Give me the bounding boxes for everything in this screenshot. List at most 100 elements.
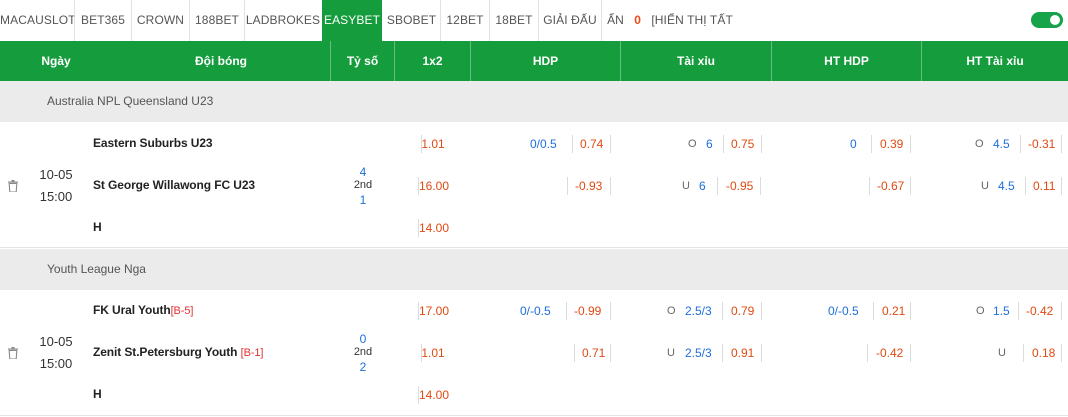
tab-crown[interactable]: CROWN (132, 0, 189, 41)
ht-ou-under-label: U (998, 347, 1006, 359)
odds-divider (761, 135, 762, 153)
header-1x2: 1x2 (422, 54, 443, 68)
ou-under-line: 2.5/3 (685, 346, 712, 360)
tab-ladbrokes[interactable]: LADBROKES (245, 0, 321, 41)
ht-ou-under-line: 4.5 (998, 179, 1015, 193)
ht-ou-over-label: O (976, 305, 985, 317)
hdp-home-odd[interactable]: 0.74 (580, 137, 603, 151)
odds-divider (610, 177, 611, 195)
odds-divider (867, 344, 868, 362)
ou-under-odd[interactable]: 0.91 (731, 346, 754, 360)
tab-12bet[interactable]: 12BET (441, 0, 489, 41)
odds-divider (610, 302, 611, 320)
match-row: 10-05 15:00 Eastern Suburbs U23 St Georg… (0, 122, 1068, 248)
odd-2[interactable]: 1.01 (419, 346, 447, 360)
tab-macauslot[interactable]: MACAUSLOT (0, 0, 75, 41)
ht-hdp-away-odd[interactable]: -0.67 (877, 179, 904, 193)
ou-over-label: O (667, 305, 676, 317)
tab-leagues[interactable]: GIẢI ĐẤU (539, 0, 601, 41)
hdp-away-odd[interactable]: 0.71 (582, 346, 605, 360)
home-team-rank: [B-5] (170, 305, 194, 317)
odd-x[interactable]: 14.00 (419, 221, 449, 235)
odd-2[interactable]: 16.00 (419, 179, 449, 193)
tab-18bet[interactable]: 18BET (490, 0, 538, 41)
trash-icon[interactable] (8, 347, 18, 359)
odd-x[interactable]: 14.00 (419, 388, 449, 402)
score-home: 0 (359, 332, 367, 346)
odds-divider (1061, 177, 1062, 195)
trash-icon[interactable] (8, 180, 18, 192)
odds-divider (910, 302, 911, 320)
odds-divider (610, 344, 611, 362)
ht-hdp-line: 0/-0.5 (828, 304, 859, 318)
odds-divider (910, 135, 911, 153)
odds-divider (717, 177, 718, 195)
home-team[interactable]: Eastern Suburbs U23 (93, 136, 213, 150)
tab-bet365[interactable]: BET365 (75, 0, 131, 41)
odds-divider (1061, 135, 1062, 153)
ht-hdp-away-odd[interactable]: -0.42 (876, 346, 903, 360)
odds-divider (572, 135, 573, 153)
home-team[interactable]: FK Ural Youth[B-5] (93, 303, 193, 317)
odds-divider (610, 135, 611, 153)
match-time: 15:00 (39, 189, 73, 204)
league-row[interactable]: Youth League Nga (0, 249, 1068, 290)
odds-divider (723, 135, 724, 153)
header-over-under: Tài xỉu (676, 54, 715, 68)
header-ht-over-under: HT Tài xỉu (966, 54, 1024, 68)
hdp-line: 0/-0.5 (520, 304, 551, 318)
away-team-name: Zenit St.Petersburg Youth (93, 345, 238, 359)
ht-hdp-home-odd[interactable]: 0.21 (882, 304, 905, 318)
tab-sbobet[interactable]: SBOBET (383, 0, 440, 41)
header-hdp: HDP (532, 54, 559, 68)
match-status: 2nd (353, 346, 373, 358)
ht-ou-over-line: 4.5 (993, 137, 1010, 151)
header-date: Ngày (41, 54, 71, 68)
ou-over-label: O (688, 138, 697, 150)
odd-1[interactable]: 17.00 (419, 304, 449, 318)
hdp-away-odd[interactable]: -0.93 (575, 179, 602, 193)
ou-under-line: 6 (699, 179, 706, 193)
odds-divider (574, 344, 575, 362)
ou-over-odd[interactable]: 0.79 (731, 304, 754, 318)
ht-ou-over-odd[interactable]: -0.31 (1028, 137, 1055, 151)
ht-ou-under-odd[interactable]: 0.18 (1032, 346, 1055, 360)
ou-under-odd[interactable]: -0.95 (726, 179, 753, 193)
away-team[interactable]: St George Willawong FC U23 (93, 178, 255, 192)
ht-ou-under-label: U (981, 180, 989, 192)
ht-hdp-home-odd[interactable]: 0.39 (880, 137, 903, 151)
ht-ou-under-odd[interactable]: 0.11 (1033, 179, 1055, 193)
odds-divider (871, 135, 872, 153)
draw-label: H (93, 387, 102, 401)
score-away: 2 (359, 360, 367, 374)
header-teams: Đội bóng (195, 54, 247, 68)
match-date: 10-05 (39, 334, 73, 349)
hdp-home-odd[interactable]: -0.99 (574, 304, 601, 318)
ht-ou-over-odd[interactable]: -0.42 (1026, 304, 1053, 318)
odds-divider (722, 344, 723, 362)
draw-label: H (93, 220, 102, 234)
away-team[interactable]: Zenit St.Petersburg Youth [B-1] (93, 345, 263, 359)
ou-over-odd[interactable]: 0.75 (731, 137, 754, 151)
odds-divider (760, 177, 761, 195)
match-time: 15:00 (39, 356, 73, 371)
ht-hdp-line: 0 (850, 137, 857, 151)
odds-divider (1061, 344, 1062, 362)
odds-divider (910, 344, 911, 362)
odd-1[interactable]: 1.01 (419, 137, 447, 151)
ht-ou-over-line: 1.5 (993, 304, 1010, 318)
league-row[interactable]: Australia NPL Queensland U23 (0, 81, 1068, 122)
odds-divider (1061, 302, 1062, 320)
odds-divider (761, 302, 762, 320)
ou-under-label: U (682, 180, 690, 192)
hdp-line: 0/0.5 (530, 137, 557, 151)
tab-easybet[interactable]: EASYBET (322, 0, 382, 41)
hide-count-link[interactable]: ẨN 0 [HIỂN THỊ TẤT CẢ] (602, 0, 738, 68)
tab-188bet[interactable]: 188BET (190, 0, 244, 41)
odds-divider (910, 177, 911, 195)
ou-over-line: 2.5/3 (685, 304, 712, 318)
odds-toggle[interactable] (1031, 12, 1063, 28)
odds-divider (869, 177, 870, 195)
ht-ou-over-label: O (975, 138, 984, 150)
hide-label: ẨN (607, 13, 624, 27)
